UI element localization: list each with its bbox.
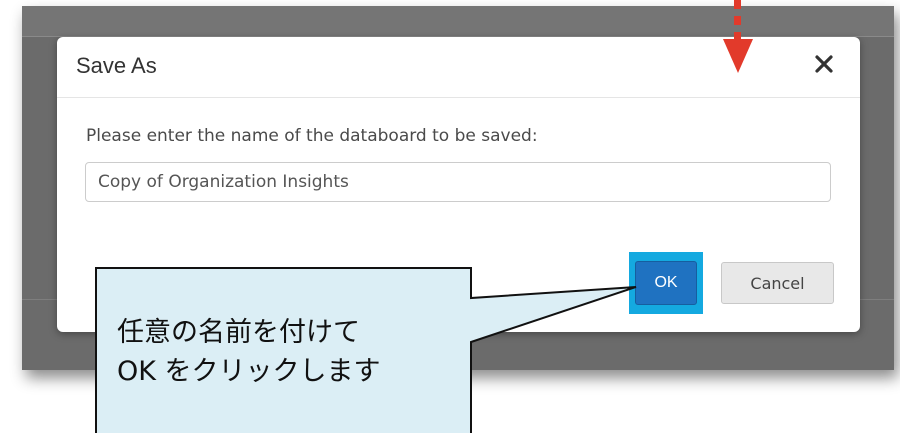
- ok-button[interactable]: OK: [635, 261, 697, 305]
- cancel-button[interactable]: Cancel: [721, 262, 834, 304]
- callout-line-1: 任意の名前を付けて: [117, 317, 360, 348]
- databoard-name-input[interactable]: [85, 162, 831, 202]
- dialog-title: Save As: [76, 53, 157, 78]
- down-arrow-icon: [718, 0, 758, 80]
- screenshot-stage: Save As Please enter the name of the dat…: [0, 0, 900, 433]
- name-prompt-label: Please enter the name of the databoard t…: [86, 126, 538, 146]
- background-header-bar: [22, 6, 894, 36]
- callout-text: 任意の名前を付けて OK をクリックします: [117, 313, 381, 391]
- save-as-dialog: Save As Please enter the name of the dat…: [57, 37, 860, 332]
- close-icon[interactable]: [812, 51, 838, 77]
- callout-line-2: OK をクリックします: [117, 356, 381, 387]
